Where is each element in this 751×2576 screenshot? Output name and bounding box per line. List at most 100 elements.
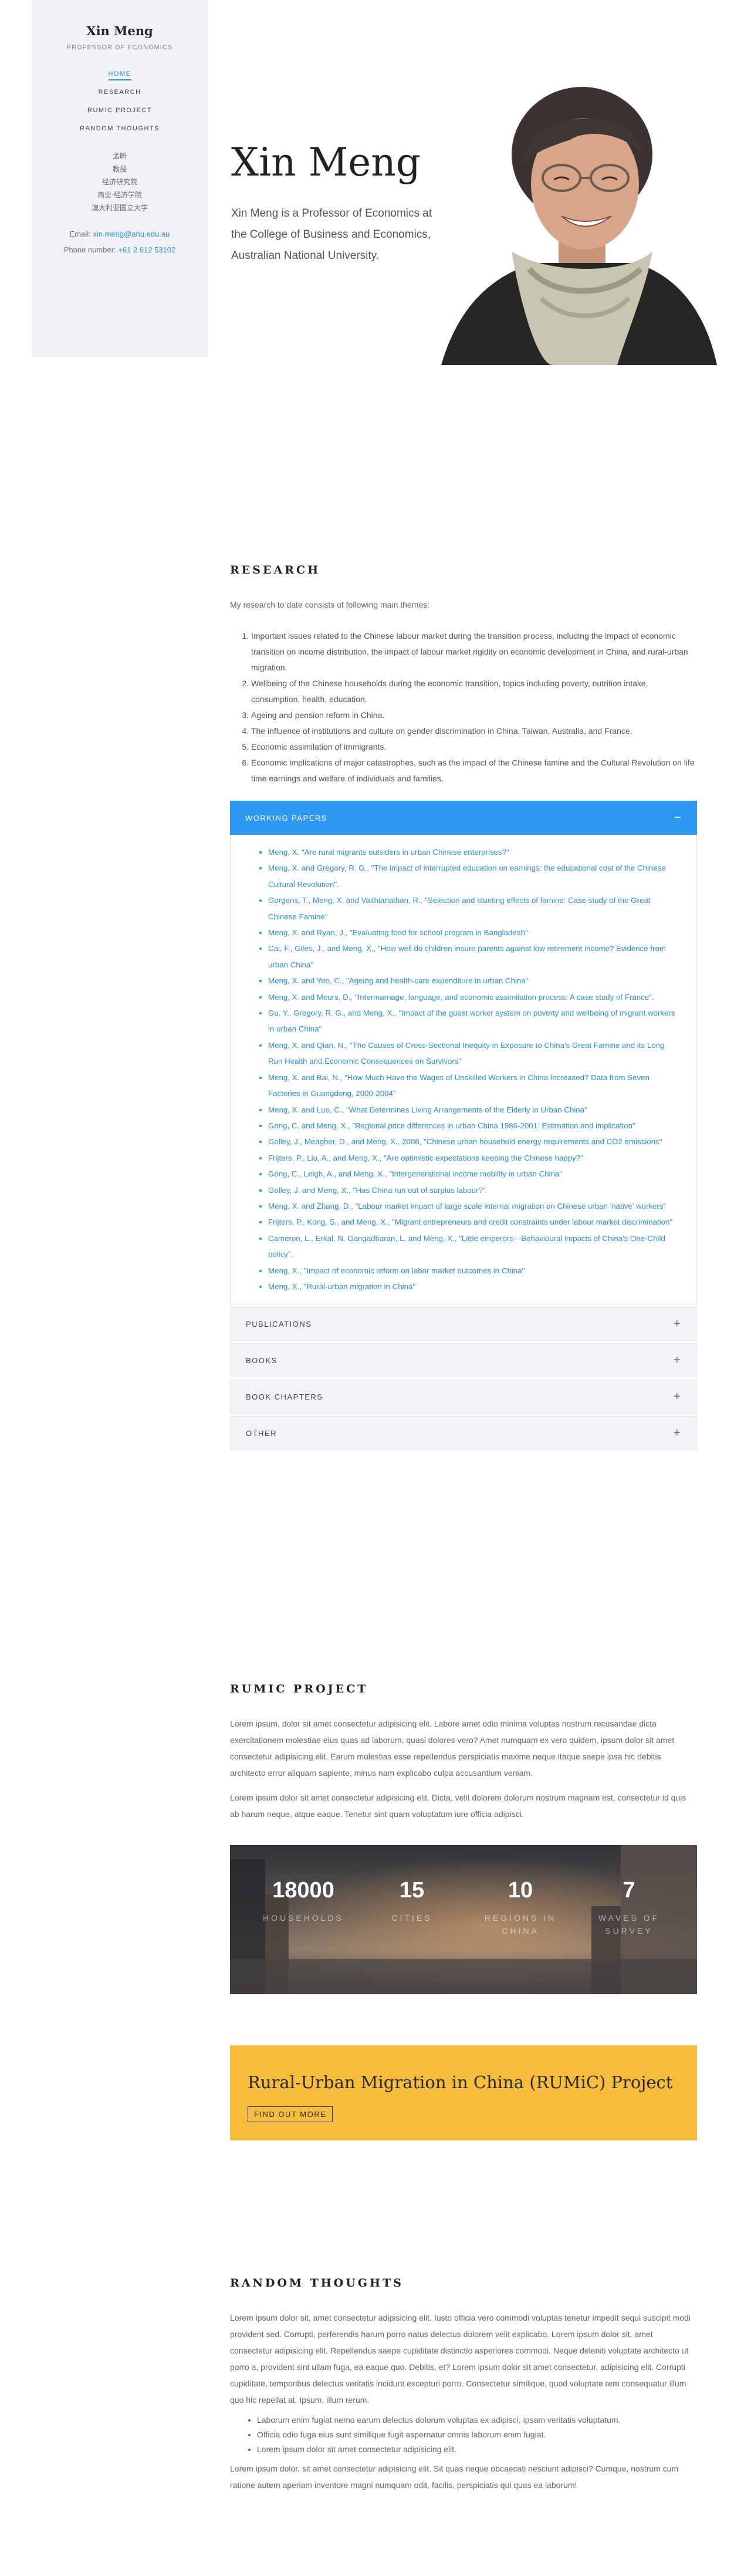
stat-households: 18000 HOUSEHOLDS <box>253 1878 353 1924</box>
chinese-institute: 经济研究院 <box>102 178 137 186</box>
stat-label: WAVES OF SURVEY <box>598 1913 660 1936</box>
stat-number: 18000 <box>272 1878 334 1903</box>
paper-link[interactable]: Gong, C. and Meng, X., "Regional price d… <box>268 1118 680 1134</box>
tab-working-papers-label: WORKING PAPERS <box>245 813 327 822</box>
tab-publications-label: PUBLICATIONS <box>246 1319 312 1329</box>
paper-link[interactable]: Gorgens, T., Meng, X. and Vaithianathan,… <box>268 892 680 925</box>
paper-link[interactable]: Meng, X. and Zhang, D., "Labour market i… <box>268 1198 680 1214</box>
phone-row: Phone number: +61 2 612 53102 <box>32 242 208 258</box>
cta-title: Rural-Urban Migration in China (RUMiC) P… <box>248 2072 673 2092</box>
paper-link[interactable]: Frijters, P., Kong, S., and Meng, X., "M… <box>268 1214 680 1230</box>
email-link[interactable]: xin.meng@anu.edu.au <box>93 230 170 238</box>
paper-link[interactable]: Gu, Y., Gregory, R. G., and Meng, X., "I… <box>268 1005 680 1037</box>
tab-books-label: BOOKS <box>246 1356 278 1365</box>
tab-book-chapters[interactable]: BOOK CHAPTERS + <box>230 1380 697 1414</box>
stats-banner: 18000 HOUSEHOLDS 15 CITIES 10 REGIONS IN… <box>230 1845 697 1994</box>
paper-link[interactable]: Meng, X. and Gregory, R. G., "The impact… <box>268 860 680 892</box>
tab-publications[interactable]: PUBLICATIONS + <box>230 1307 697 1341</box>
tab-other[interactable]: OTHER + <box>230 1416 697 1451</box>
rumic-para-1: Lorem ipsum, dolor sit amet consectetur … <box>230 1719 675 1778</box>
expand-icon[interactable]: + <box>674 1354 681 1367</box>
paper-link[interactable]: Meng, X. "Are rural migrants outsiders i… <box>268 844 680 860</box>
phone-label: Phone number: <box>63 245 116 254</box>
paper-link[interactable]: Meng, X. and Luo, C., "What Determines L… <box>268 1102 680 1118</box>
tab-book-chapters-label: BOOK CHAPTERS <box>246 1392 323 1401</box>
theme-item: Important issues related to the Chinese … <box>251 628 697 676</box>
tab-other-label: OTHER <box>246 1428 277 1438</box>
sidebar-name: Xin Meng <box>86 23 153 38</box>
stat-waves: 7 WAVES OF SURVEY <box>579 1878 679 1937</box>
paper-link[interactable]: Frijters, P., Liu, A., and Meng, X., "Ar… <box>268 1150 680 1166</box>
email-label: Email: <box>69 230 91 238</box>
paper-link[interactable]: Gong, C., Leigh, A., and Meng, X., "Inte… <box>268 1166 680 1182</box>
hero-title: Xin Meng <box>231 140 421 185</box>
rumic-title: RUMIC PROJECT <box>230 1683 368 1695</box>
list-item: Lorem ipsum dolor sit amet consectetur a… <box>257 2442 697 2457</box>
sidebar-nav: HOME RESEARCH RUMIC PROJECT RANDOM THOUG… <box>32 65 208 138</box>
tab-working-papers[interactable]: WORKING PAPERS − <box>230 801 697 835</box>
chinese-name: 孟昕 <box>112 152 127 160</box>
expand-icon[interactable]: + <box>674 1427 681 1440</box>
paper-link[interactable]: Meng, X. and Qian, N., "The Causes of Cr… <box>268 1037 680 1070</box>
thoughts-para-2: Lorem ipsum dolor, sit amet consectetur … <box>230 2464 679 2490</box>
theme-item: Economic implications of major catastrop… <box>251 755 697 787</box>
hero-bio: Xin Meng is a Professor of Economics at … <box>231 207 432 262</box>
theme-item: Economic assimilation of immigrants. <box>251 739 697 755</box>
working-papers-list: Meng, X. "Are rural migrants outsiders i… <box>247 844 680 1294</box>
nav-random-thoughts[interactable]: RANDOM THOUGHTS <box>32 120 208 138</box>
stat-label: HOUSEHOLDS <box>262 1913 344 1923</box>
stat-label: CITIES <box>391 1913 432 1923</box>
chinese-university: 澳大利亚国立大学 <box>91 204 148 212</box>
paper-link[interactable]: Golley, J. and Meng, X., "Has China run … <box>268 1182 680 1198</box>
paper-link[interactable]: Meng, X. and Yeo, C., "Ageing and health… <box>268 973 680 989</box>
stat-number: 10 <box>508 1878 533 1903</box>
sidebar-contact: Email: xin.meng@anu.edu.au Phone number:… <box>32 226 208 258</box>
nav-rumic-project[interactable]: RUMIC PROJECT <box>32 102 208 120</box>
research-themes: Important issues related to the Chinese … <box>230 628 697 787</box>
paper-link[interactable]: Meng, X., "Rural-urban migration in Chin… <box>268 1279 680 1294</box>
thoughts-title: RANDOM THOUGHTS <box>230 2277 404 2290</box>
phone-link[interactable]: +61 2 612 53102 <box>118 245 175 254</box>
paper-link[interactable]: Meng, X., "Impact of economic reform on … <box>268 1263 680 1279</box>
paper-link[interactable]: Meng, X. and Bai, N., "How Much Have the… <box>268 1070 680 1102</box>
rumic-section: RUMIC PROJECT Lorem ipsum, dolor sit ame… <box>230 1683 697 1822</box>
list-item: Officia odio fuga eius sunt similique fu… <box>257 2427 697 2442</box>
thoughts-section: RANDOM THOUGHTS Lorem ipsum dolor sit, a… <box>230 2277 697 2493</box>
thoughts-para-1: Lorem ipsum dolor sit, amet consectetur … <box>230 2313 691 2405</box>
theme-item: Wellbeing of the Chinese households duri… <box>251 676 697 707</box>
paper-link[interactable]: Cameron, L., Erkal, N. Gangadharan, L. a… <box>268 1230 680 1263</box>
research-title: RESEARCH <box>230 564 321 576</box>
nav-research[interactable]: RESEARCH <box>32 83 208 102</box>
sidebar-chinese-info: 孟昕 教授 经济研究院 商业·经济学院 澳大利亚国立大学 <box>32 150 208 214</box>
paper-link[interactable]: Meng, X. and Ryan, J., "Evaluating food … <box>268 925 680 940</box>
paper-link[interactable]: Golley, J., Meagher, D., and Meng, X., 2… <box>268 1134 680 1149</box>
research-intro: My research to date consists of followin… <box>230 600 430 609</box>
paper-link[interactable]: Meng, X. and Meurs, D., "Intermarriage, … <box>268 989 680 1005</box>
collapse-icon[interactable]: − <box>674 811 682 825</box>
theme-item: The influence of institutions and cultur… <box>251 723 697 739</box>
research-section: RESEARCH My research to date consists of… <box>230 564 697 1451</box>
rumic-para-2: Lorem ipsum dolor sit amet consectetur a… <box>230 1793 686 1819</box>
working-papers-panel: Meng, X. "Are rural migrants outsiders i… <box>230 835 697 1305</box>
stat-cities: 15 CITIES <box>362 1878 462 1924</box>
thoughts-list: Laborum enim fugiat nemo earum delectus … <box>230 2413 697 2457</box>
stat-label: REGIONS IN CHINA <box>484 1913 557 1936</box>
stat-number: 7 <box>623 1878 635 1903</box>
theme-item: Ageing and pension reform in China. <box>251 707 697 723</box>
email-row: Email: xin.meng@anu.edu.au <box>32 226 208 242</box>
expand-icon[interactable]: + <box>674 1390 681 1404</box>
rumic-cta-banner: Rural-Urban Migration in China (RUMiC) P… <box>230 2045 697 2140</box>
paper-link[interactable]: Cai, F., Giles, J., and Meng, X., "How w… <box>268 940 680 973</box>
find-out-more-button[interactable]: FIND OUT MORE <box>248 2106 333 2122</box>
stat-number: 15 <box>399 1878 425 1903</box>
chinese-title: 教授 <box>112 165 127 173</box>
stat-regions: 10 REGIONS IN CHINA <box>471 1878 570 1937</box>
research-accordion: WORKING PAPERS − Meng, X. "Are rural mig… <box>230 801 697 1451</box>
expand-icon[interactable]: + <box>674 1317 681 1331</box>
nav-home[interactable]: HOME <box>32 65 208 83</box>
chinese-college: 商业·经济学院 <box>97 191 142 199</box>
sidebar: Xin Meng PROFESSOR OF ECONOMICS HOME RES… <box>32 0 208 357</box>
sidebar-role: PROFESSOR OF ECONOMICS <box>66 44 173 51</box>
portrait-photo <box>441 75 717 365</box>
tab-books[interactable]: BOOKS + <box>230 1343 697 1378</box>
